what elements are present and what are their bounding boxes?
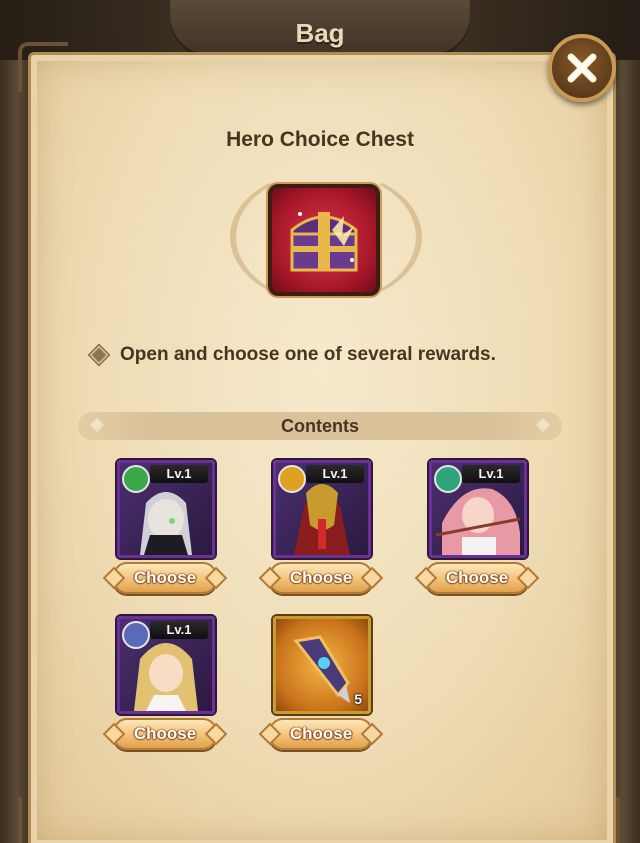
choose-button[interactable]: Choose xyxy=(425,562,529,594)
close-icon xyxy=(567,53,597,83)
window-title: Bag xyxy=(295,18,345,48)
title-banner: Bag xyxy=(170,0,470,58)
choose-button[interactable]: Choose xyxy=(269,718,373,750)
panel-corner-ornament xyxy=(570,797,620,843)
hero-level: Lv.1 xyxy=(150,621,208,639)
chest-description-row: Open and choose one of several rewards. xyxy=(89,344,496,366)
chest-description: Open and choose one of several rewards. xyxy=(120,344,496,365)
faction-eye-icon xyxy=(122,465,150,493)
reward-item-gauntlet[interactable]: 5 xyxy=(273,616,371,714)
reward-hero-2[interactable]: Lv.1 xyxy=(273,460,371,558)
choose-button[interactable]: Choose xyxy=(113,562,217,594)
reward-hero-1[interactable]: Lv.1 xyxy=(117,460,215,558)
close-button[interactable] xyxy=(548,34,616,102)
choose-label: Choose xyxy=(289,568,353,587)
contents-header: Contents xyxy=(281,416,359,436)
panel-corner-ornament xyxy=(18,797,68,843)
treasure-chest-icon xyxy=(290,212,358,272)
faction-sun-icon xyxy=(278,465,306,493)
chest-icon-frame xyxy=(268,184,380,296)
bullet-diamond-icon xyxy=(89,345,109,365)
chest-title: Hero Choice Chest xyxy=(226,128,414,151)
choose-button[interactable]: Choose xyxy=(269,562,373,594)
choose-button[interactable]: Choose xyxy=(113,718,217,750)
hero-level: Lv.1 xyxy=(462,465,520,483)
hero-level: Lv.1 xyxy=(306,465,364,483)
faction-leaf-icon xyxy=(434,465,462,493)
bag-screen: Bag Hero Choice Chest Open and choose on… xyxy=(0,0,640,843)
reward-hero-3[interactable]: Lv.1 xyxy=(429,460,527,558)
choose-label: Choose xyxy=(445,568,509,587)
reward-hero-4[interactable]: Lv.1 xyxy=(117,616,215,714)
panel-corner-ornament xyxy=(18,42,68,92)
hero-level: Lv.1 xyxy=(150,465,208,483)
faction-star-icon xyxy=(122,621,150,649)
choose-label: Choose xyxy=(289,724,353,743)
choose-label: Choose xyxy=(133,724,197,743)
contents-header-bar: Contents xyxy=(78,412,562,440)
choose-label: Choose xyxy=(133,568,197,587)
item-count: 5 xyxy=(354,691,362,707)
